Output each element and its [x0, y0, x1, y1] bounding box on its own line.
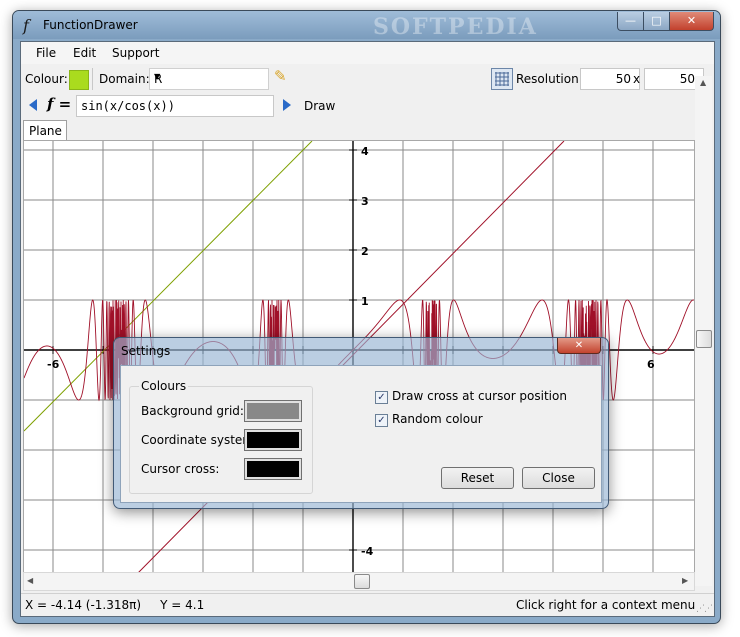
- scroll-right-icon[interactable]: ▶: [682, 576, 688, 585]
- status-bar: X = -4.14 (-1.318π) Y = 4.1 Click right …: [21, 593, 714, 616]
- toolbar: Colour: Domain: R ▼ ✎ Resolution: 50 x 5: [21, 67, 704, 91]
- menu-bar: File Edit Support: [21, 42, 714, 64]
- reset-button[interactable]: Reset: [441, 467, 514, 489]
- watermark: SOFTPEDIA: [373, 14, 538, 40]
- menu-support[interactable]: Support: [112, 46, 159, 60]
- status-hint: Click right for a context menu: [516, 598, 696, 612]
- x-tick-label: -6: [47, 358, 60, 371]
- status-coordinates: X = -4.14 (-1.318π) Y = 4.1: [25, 598, 205, 612]
- resolution-label: Resolution:: [516, 72, 583, 86]
- colour-label: Colour:: [25, 72, 68, 86]
- settings-dialog: Settings ✕ Colours Background grid: Coor…: [113, 337, 609, 509]
- dialog-title: Settings: [121, 344, 171, 358]
- background-grid-color-button[interactable]: [244, 400, 302, 422]
- horizontal-scrollbar[interactable]: ◀ ▶: [23, 572, 695, 591]
- y-tick-label: 4: [361, 145, 369, 158]
- grid-toggle-button[interactable]: [491, 68, 513, 90]
- draw-cross-checkbox[interactable]: ✓: [375, 391, 388, 404]
- grid-icon: [495, 72, 509, 86]
- y-tick-label: -4: [361, 545, 374, 558]
- draw-button[interactable]: Draw: [304, 99, 335, 113]
- scroll-left-icon[interactable]: ◀: [27, 576, 33, 585]
- random-colour-checkbox[interactable]: ✓: [375, 414, 388, 427]
- scroll-up-icon[interactable]: ▲: [700, 78, 706, 87]
- close-button[interactable]: ✕: [669, 12, 714, 31]
- coordinate-system-label: Coordinate system:: [141, 433, 259, 447]
- draw-cross-label: Draw cross at cursor position: [392, 389, 567, 403]
- dialog-close-button[interactable]: ✕: [557, 338, 601, 354]
- chevron-down-icon: ▼: [154, 72, 161, 81]
- resolution-x-value: 50: [615, 72, 631, 86]
- tab-plane-label: Plane: [29, 124, 62, 138]
- domain-label: Domain:: [99, 72, 150, 86]
- coordinate-system-color-button[interactable]: [244, 429, 302, 451]
- resize-grip-icon[interactable]: ⋰⋰: [696, 604, 713, 614]
- window-title: FunctionDrawer: [43, 18, 138, 32]
- colours-group-title: Colours: [139, 379, 189, 393]
- function-symbol: f =: [47, 95, 72, 113]
- y-tick-label: 2: [361, 245, 369, 258]
- x-tick-label: 6: [647, 358, 655, 371]
- vertical-scrollbar[interactable]: ▲: [695, 76, 712, 586]
- cursor-cross-label: Cursor cross:: [141, 462, 220, 476]
- draw-arrow-icon[interactable]: [283, 99, 291, 111]
- vertical-scroll-thumb[interactable]: [696, 330, 712, 348]
- times-label: x: [633, 72, 641, 86]
- title-bar[interactable]: f FunctionDrawer SOFTPEDIA — □ ✕: [13, 11, 720, 40]
- function-expression: sin(x/cos(x)): [81, 99, 175, 113]
- app-window: f FunctionDrawer SOFTPEDIA — □ ✕ File Ed…: [12, 10, 721, 624]
- menu-edit[interactable]: Edit: [73, 46, 96, 60]
- close-dialog-button[interactable]: Close: [522, 467, 595, 489]
- function-input[interactable]: sin(x/cos(x)): [76, 95, 274, 117]
- cursor-cross-color-button[interactable]: [244, 458, 302, 480]
- client-area: File Edit Support Colour: Domain: R ▼ ✎: [20, 41, 715, 617]
- dialog-body: Colours Background grid: Coordinate syst…: [120, 365, 602, 503]
- menu-file[interactable]: File: [36, 46, 56, 60]
- y-tick-label: 3: [361, 195, 369, 208]
- resolution-y-value: 50: [679, 72, 695, 86]
- function-bar: f = sin(x/cos(x)) Draw: [21, 94, 694, 118]
- colour-swatch[interactable]: [69, 70, 89, 90]
- minimize-button[interactable]: —: [617, 12, 644, 31]
- horizontal-scroll-thumb[interactable]: [354, 574, 370, 589]
- maximize-button[interactable]: □: [643, 12, 670, 31]
- domain-select[interactable]: R ▼: [149, 68, 269, 90]
- y-tick-label: 1: [361, 295, 369, 308]
- resolution-x-input[interactable]: 50: [580, 68, 640, 90]
- previous-arrow-icon[interactable]: [29, 99, 37, 111]
- app-icon: f: [23, 16, 29, 35]
- random-colour-label: Random colour: [392, 412, 483, 426]
- background-grid-label: Background grid:: [141, 404, 244, 418]
- toolbar-separator: [92, 68, 93, 90]
- tab-plane[interactable]: Plane: [23, 120, 67, 141]
- pencil-icon[interactable]: ✎: [274, 67, 287, 85]
